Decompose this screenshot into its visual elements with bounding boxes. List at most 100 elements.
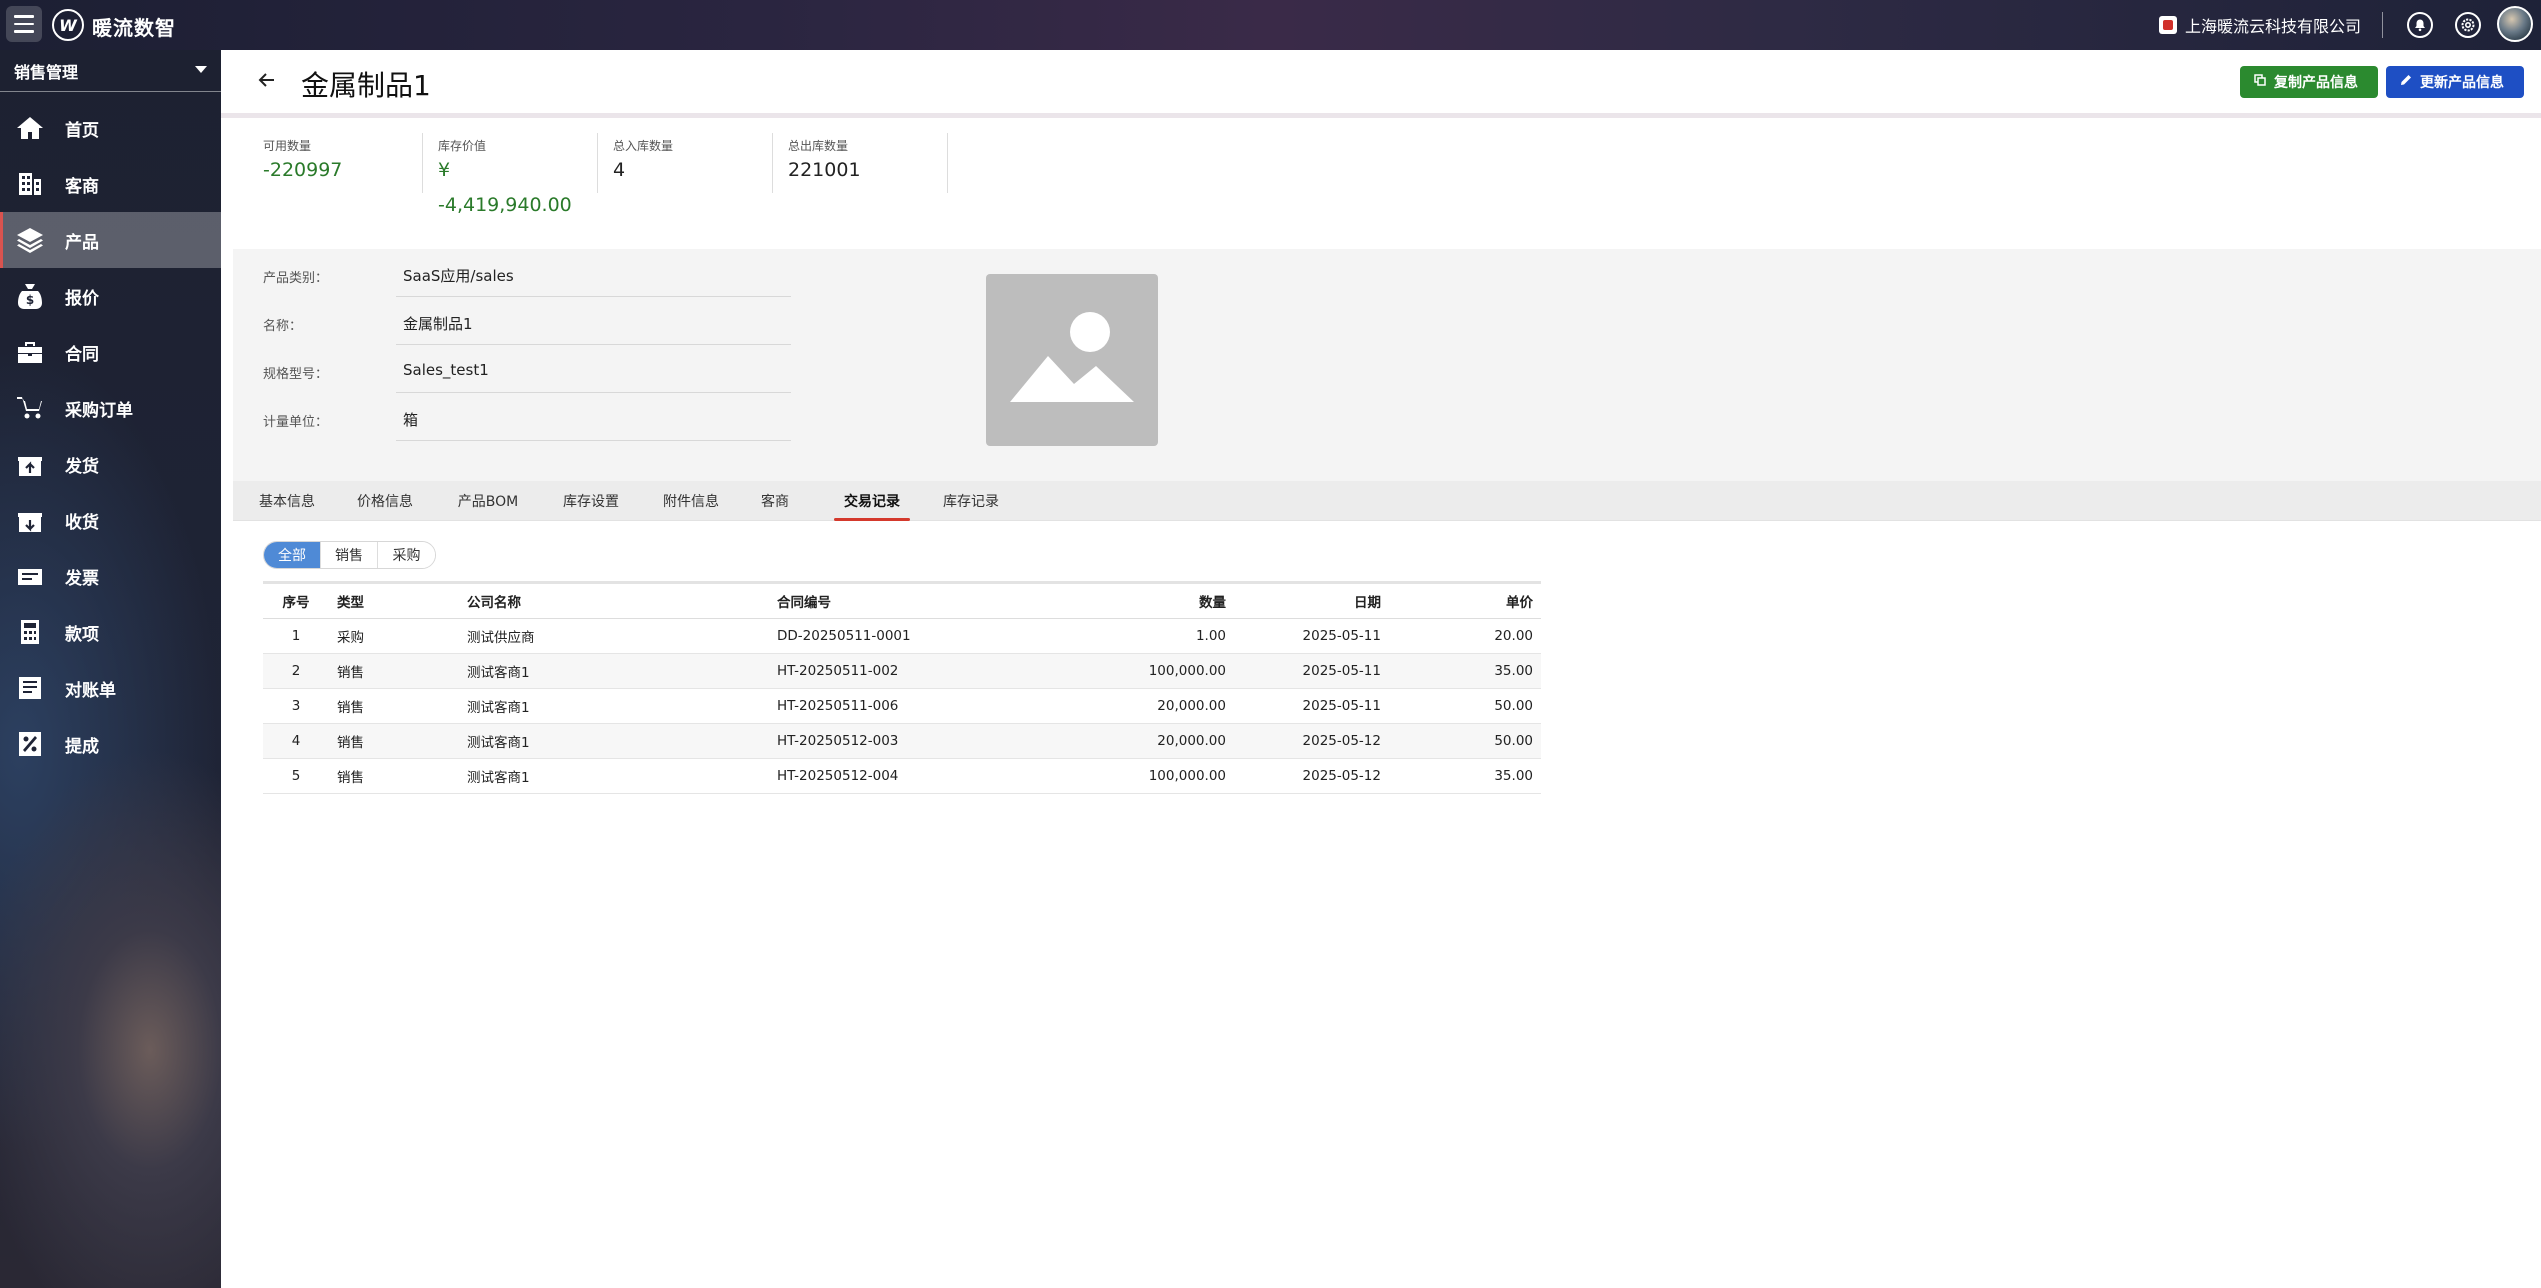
stat-value: 4	[613, 159, 626, 181]
cell-contract-link[interactable]: HT-20250512-004	[769, 758, 1079, 794]
building-icon	[16, 171, 44, 197]
stat-label: 库存价值	[438, 139, 487, 153]
edit-pencil-icon	[2400, 74, 2412, 90]
update-product-label: 更新产品信息	[2420, 75, 2504, 91]
cell-type: 销售	[329, 688, 459, 724]
back-arrow-icon[interactable]	[257, 70, 277, 96]
filter-purchase[interactable]: 采购	[378, 542, 435, 568]
column-header[interactable]: 合同编号	[769, 581, 1079, 619]
caret-down-icon	[195, 66, 207, 73]
cell-contract-link[interactable]: HT-20250511-006	[769, 688, 1079, 724]
copy-product-button[interactable]: 复制产品信息	[2240, 66, 2378, 98]
sidebar-item-shipping[interactable]: 发货	[0, 436, 221, 492]
cell-type: 销售	[329, 758, 459, 794]
sidebar-item-partners[interactable]: 客商	[0, 156, 221, 212]
sidebar-item-payments[interactable]: 款项	[0, 604, 221, 660]
info-row-unit: 计量单位： 箱	[233, 393, 793, 441]
cell-company-link[interactable]: 测试客商1	[459, 758, 769, 794]
user-avatar[interactable]	[2497, 6, 2533, 42]
settings-gear-icon[interactable]	[2455, 12, 2481, 38]
column-header[interactable]: 数量	[1079, 581, 1234, 619]
sidebar-item-contracts[interactable]: 合同	[0, 324, 221, 380]
table-row: 5 销售 测试客商1 HT-20250512-004 100,000.00 20…	[263, 758, 1541, 794]
info-label: 名称：	[263, 319, 303, 334]
info-row-name: 名称： 金属制品1	[233, 297, 793, 345]
notification-bell-icon[interactable]	[2407, 12, 2433, 38]
module-select[interactable]: 销售管理	[0, 50, 221, 92]
stats-band: 可用数量 -220997 库存价值 ¥ -4,419,940.00 总入库数量 …	[233, 123, 2541, 249]
cell-unit-price: 50.00	[1389, 723, 1541, 759]
cell-date: 2025-05-12	[1234, 723, 1389, 759]
sidebar-item-invoices[interactable]: 发票	[0, 548, 221, 604]
filter-all[interactable]: 全部	[264, 542, 321, 568]
sidebar-item-commission[interactable]: 提成	[0, 716, 221, 772]
cell-quantity: 100,000.00	[1079, 758, 1234, 794]
cell-contract-link[interactable]: HT-20250511-002	[769, 653, 1079, 689]
column-header[interactable]: 日期	[1234, 581, 1389, 619]
cell-unit-price: 35.00	[1389, 758, 1541, 794]
tab-attachments[interactable]: 附件信息	[659, 481, 723, 521]
cell-company-link[interactable]: 测试供应商	[459, 618, 769, 654]
transactions-table: 序号 类型 公司名称 合同编号 数量 日期 单价 1 采购 测试供应商 DD-2…	[263, 581, 1541, 794]
type-filter: 全部 销售 采购	[263, 541, 436, 569]
stat-value: 221001	[788, 159, 861, 181]
cell-type: 采购	[329, 618, 459, 654]
info-label: 计量单位：	[263, 415, 329, 430]
tab-inventory-records[interactable]: 库存记录	[939, 481, 1003, 521]
sidebar-item-purchase-orders[interactable]: 采购订单	[0, 380, 221, 436]
company-switcher[interactable]: 上海暖流云科技有限公司	[2158, 13, 2361, 37]
column-header[interactable]: 公司名称	[459, 581, 769, 619]
table-row: 2 销售 测试客商1 HT-20250511-002 100,000.00 20…	[263, 653, 1541, 689]
sidebar-item-products[interactable]: 产品	[0, 212, 221, 268]
cell-quantity: 1.00	[1079, 618, 1234, 654]
tab-price-info[interactable]: 价格信息	[353, 481, 417, 521]
column-header[interactable]: 单价	[1389, 581, 1541, 619]
company-name: 上海暖流云科技有限公司	[2184, 17, 2361, 36]
cell-index: 3	[263, 688, 329, 724]
cell-date: 2025-05-12	[1234, 758, 1389, 794]
sidebar-item-home[interactable]: 首页	[0, 100, 221, 156]
cell-contract-link[interactable]: DD-20250511-0001	[769, 618, 1079, 654]
column-header[interactable]: 类型	[329, 581, 459, 619]
sidebar-item-statements[interactable]: 对账单	[0, 660, 221, 716]
tab-inventory-settings[interactable]: 库存设置	[559, 481, 623, 521]
top-bar: W 暖流数智 上海暖流云科技有限公司	[0, 0, 2541, 50]
stat-value: -220997	[263, 159, 343, 181]
info-value: SaaS应用/sales	[403, 267, 514, 285]
hamburger-menu-icon[interactable]	[6, 6, 42, 42]
info-label: 规格型号：	[263, 367, 329, 382]
invoice-icon	[16, 563, 44, 589]
column-header[interactable]: 序号	[263, 581, 329, 619]
stat-label: 总入库数量	[613, 139, 674, 153]
info-value: 金属制品1	[403, 315, 473, 333]
product-image-placeholder-icon	[986, 274, 1158, 446]
cell-date: 2025-05-11	[1234, 653, 1389, 689]
sidebar-item-label: 发货	[65, 456, 99, 477]
tab-partners[interactable]: 客商	[757, 481, 793, 521]
tab-product-bom[interactable]: 产品BOM	[453, 481, 523, 521]
cell-company-link[interactable]: 测试客商1	[459, 723, 769, 759]
table-row: 3 销售 测试客商1 HT-20250511-006 20,000.00 202…	[263, 688, 1541, 724]
filter-sales[interactable]: 销售	[321, 542, 378, 568]
sidebar-item-quotes[interactable]: $ 报价	[0, 268, 221, 324]
money-bag-icon: $	[16, 283, 44, 309]
transactions-panel: 全部 销售 采购 序号 类型 公司名称 合同编号 数量 日期 单价 1 采购 测…	[233, 521, 2541, 1288]
tab-bar: 基本信息 价格信息 产品BOM 库存设置 附件信息 客商 交易记录 库存记录	[233, 481, 2541, 521]
info-value: Sales_test1	[403, 361, 489, 379]
tab-transactions[interactable]: 交易记录	[834, 481, 910, 521]
cell-company-link[interactable]: 测试客商1	[459, 688, 769, 724]
briefcase-icon	[16, 339, 44, 365]
sidebar-item-receiving[interactable]: 收货	[0, 492, 221, 548]
cell-contract-link[interactable]: HT-20250512-003	[769, 723, 1079, 759]
info-label: 产品类别：	[263, 271, 329, 286]
tab-basic-info[interactable]: 基本信息	[255, 481, 319, 521]
cell-unit-price: 35.00	[1389, 653, 1541, 689]
update-product-button[interactable]: 更新产品信息	[2386, 66, 2524, 98]
sidebar-item-label: 对账单	[65, 680, 116, 701]
cell-index: 2	[263, 653, 329, 689]
calculator-icon	[16, 619, 44, 645]
page-header: 金属制品1 复制产品信息 更新产品信息	[221, 50, 2541, 118]
cell-company-link[interactable]: 测试客商1	[459, 653, 769, 689]
cell-index: 5	[263, 758, 329, 794]
cell-unit-price: 50.00	[1389, 688, 1541, 724]
